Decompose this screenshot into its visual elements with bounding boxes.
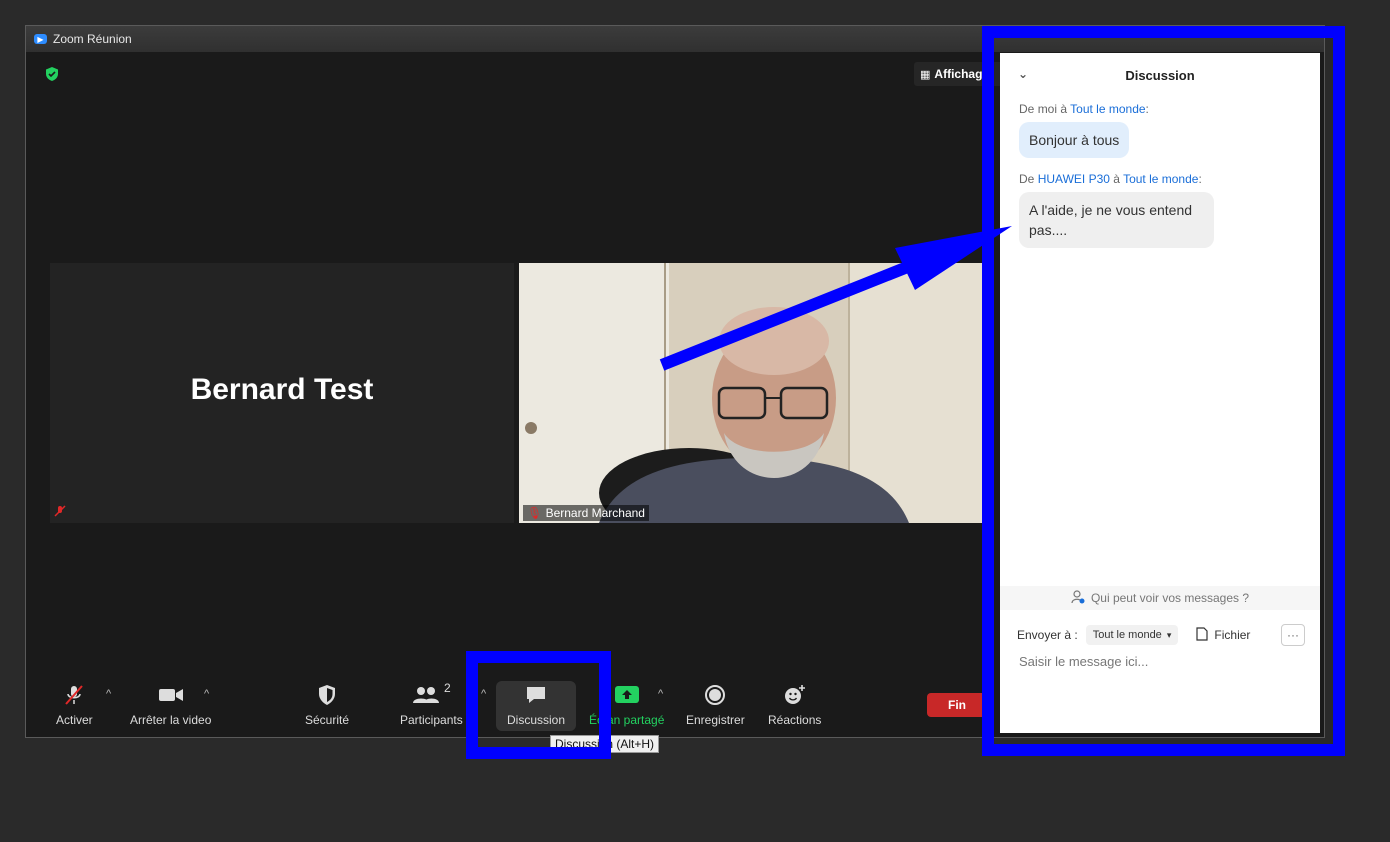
encryption-shield-icon[interactable] <box>44 66 60 82</box>
participants-button[interactable]: 2 Participants <box>400 681 463 731</box>
security-label: Sécurité <box>305 713 350 727</box>
record-label: Enregistrer <box>686 713 745 727</box>
annotation-box-chat-panel <box>982 26 1345 756</box>
stop-video-label: Arrêter la video <box>130 713 212 727</box>
share-screen-icon <box>614 681 640 709</box>
reactions-button[interactable]: Réactions <box>768 681 821 731</box>
zoom-logo-icon: ▶ <box>34 34 47 44</box>
muted-mic-icon: 🎙 <box>527 506 543 520</box>
video-camera-icon <box>158 681 184 709</box>
stop-video-button[interactable]: Arrêter la video <box>130 681 211 731</box>
record-icon <box>704 681 726 709</box>
grid-icon: ▦ <box>920 68 931 81</box>
participant-tile-bernard-marchand: 🎙 Bernard Marchand <box>519 263 984 523</box>
share-options-chevron-icon[interactable]: ^ <box>658 688 663 700</box>
participants-icon: 2 <box>412 681 451 709</box>
window-title: Zoom Réunion <box>53 32 132 46</box>
reactions-label: Réactions <box>768 713 822 727</box>
muted-microphone-icon <box>63 681 85 709</box>
security-button[interactable]: Sécurité <box>305 681 349 731</box>
muted-mic-icon <box>54 505 66 520</box>
participant-label: 🎙 Bernard Marchand <box>523 505 649 521</box>
participants-count: 2 <box>444 681 451 695</box>
participant-tile-bernard-test: Bernard Test <box>50 263 514 523</box>
participant-name: Bernard Test <box>190 373 374 406</box>
unmute-label: Activer <box>56 713 93 727</box>
annotation-box-chat-button <box>466 651 611 759</box>
security-shield-icon <box>317 681 337 709</box>
emoji-reaction-icon <box>783 681 807 709</box>
audio-options-chevron-icon[interactable]: ^ <box>106 688 111 700</box>
record-button[interactable]: Enregistrer <box>686 681 745 731</box>
video-options-chevron-icon[interactable]: ^ <box>204 688 209 700</box>
view-label: Affichage <box>934 67 990 81</box>
end-meeting-button[interactable]: Fin <box>927 693 987 717</box>
unmute-button[interactable]: Activer <box>56 681 93 731</box>
participant-name: Bernard Marchand <box>545 506 645 520</box>
camera-video-feed <box>519 263 984 523</box>
participants-label: Participants <box>400 713 463 727</box>
